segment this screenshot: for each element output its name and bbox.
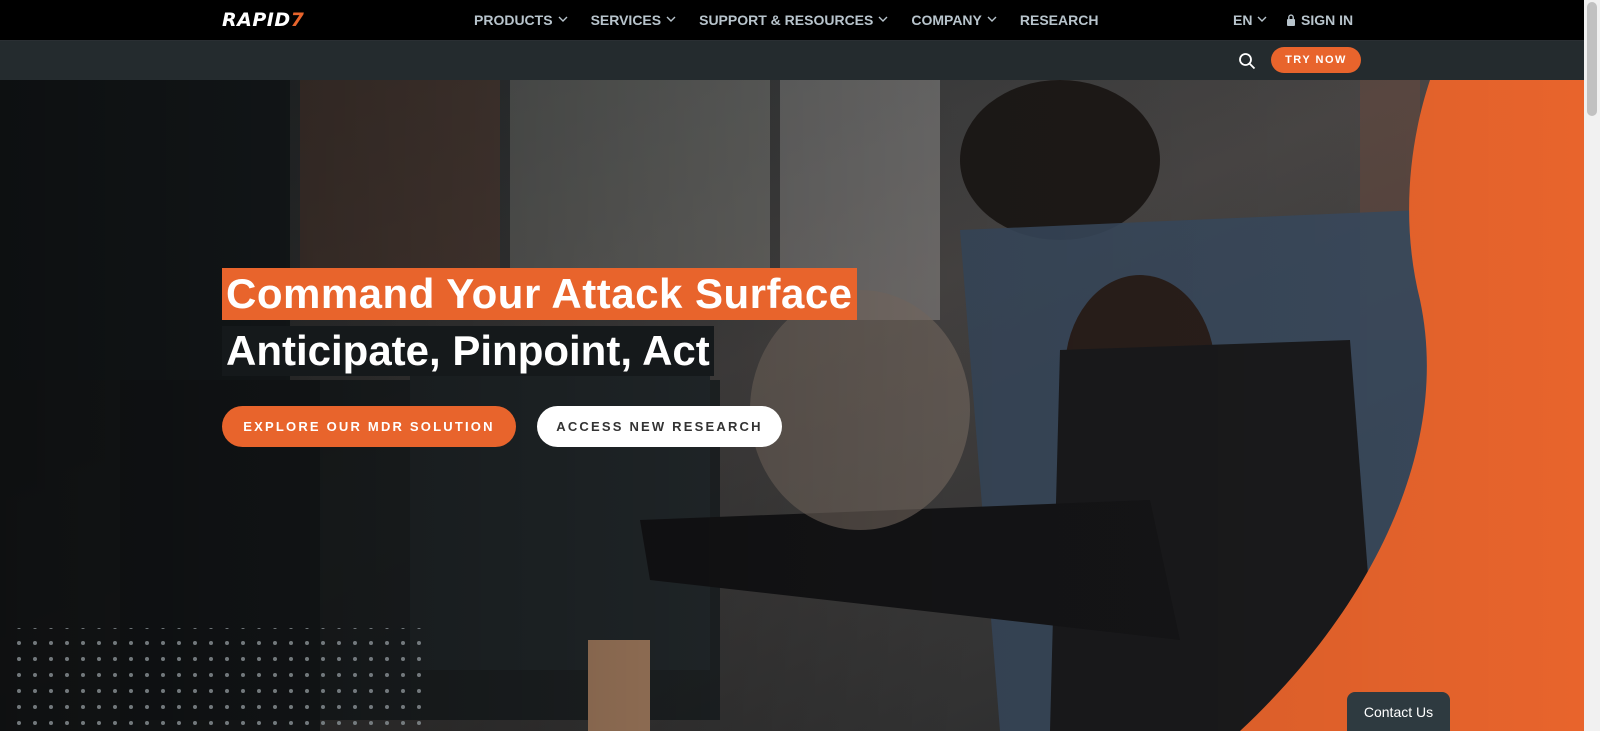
chevron-down-icon <box>558 16 568 22</box>
chevron-down-icon <box>878 16 888 22</box>
language-selector[interactable]: EN <box>1233 12 1267 28</box>
chevron-down-icon <box>1257 16 1267 22</box>
hero-subheadline: Anticipate, Pinpoint, Act <box>222 326 714 376</box>
hero-headline: Command Your Attack Surface <box>222 268 857 320</box>
hero-headline-block: Command Your Attack Surface <box>222 268 857 320</box>
search-icon[interactable] <box>1238 52 1256 70</box>
nav-item-company[interactable]: COMPANY <box>911 12 997 28</box>
chevron-down-icon <box>987 16 997 22</box>
language-label: EN <box>1233 12 1253 28</box>
top-navigation-bar: RAPID7 PRODUCTS SERVICES SUPPORT & RESOU… <box>0 0 1584 41</box>
nav-label: COMPANY <box>911 12 982 28</box>
nav-item-products[interactable]: PRODUCTS <box>474 12 568 28</box>
access-research-button[interactable]: ACCESS NEW RESEARCH <box>537 406 782 447</box>
rapid7-logo[interactable]: RAPID7 <box>222 9 304 31</box>
contact-us-button[interactable]: Contact Us <box>1347 692 1450 731</box>
sign-in-link[interactable]: SIGN IN <box>1286 12 1353 28</box>
nav-label: SERVICES <box>590 12 662 28</box>
main-nav: PRODUCTS SERVICES SUPPORT & RESOURCES CO… <box>474 0 1121 40</box>
nav-item-research[interactable]: RESEARCH <box>1020 12 1099 28</box>
sign-in-label: SIGN IN <box>1301 12 1354 28</box>
nav-label: RESEARCH <box>1019 12 1099 28</box>
try-now-button[interactable]: TRY NOW <box>1271 47 1361 73</box>
nav-item-support-resources[interactable]: SUPPORT & RESOURCES <box>699 12 888 28</box>
explore-mdr-button[interactable]: EXPLORE OUR MDR SOLUTION <box>222 406 516 447</box>
nav-label: PRODUCTS <box>474 12 553 28</box>
nav-item-services[interactable]: SERVICES <box>591 12 677 28</box>
nav-label: SUPPORT & RESOURCES <box>699 12 874 28</box>
lock-icon <box>1287 14 1295 26</box>
chevron-down-icon <box>666 16 676 22</box>
scrollbar-thumb[interactable] <box>1587 2 1597 116</box>
